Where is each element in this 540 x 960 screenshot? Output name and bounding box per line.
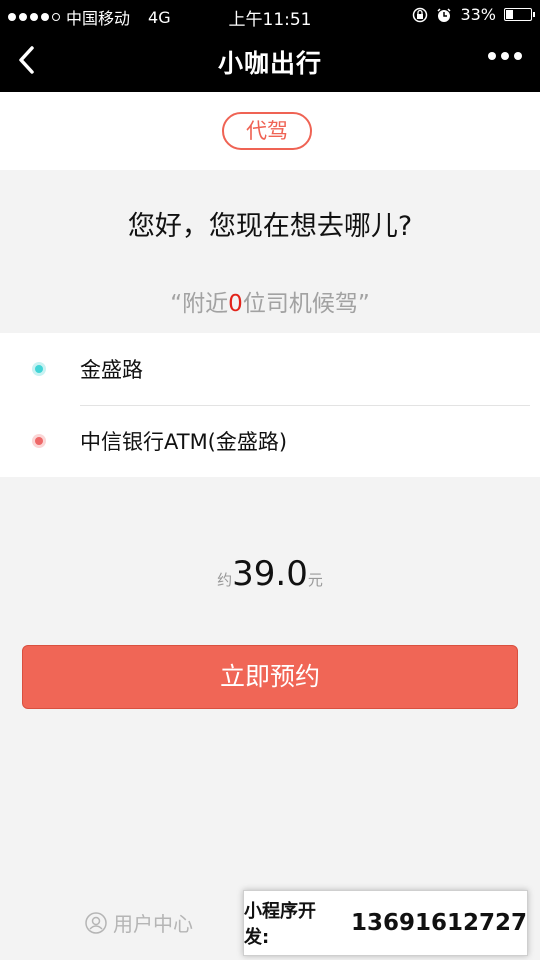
battery-icon: [504, 8, 535, 21]
end-address-row[interactable]: 中信银行ATM(金盛路): [0, 405, 540, 477]
user-center-label: 用户中心: [113, 912, 193, 936]
book-now-button[interactable]: 立即预约: [22, 645, 518, 709]
user-center-link[interactable]: 用户中心: [85, 908, 193, 937]
developer-ad-banner: 小程序开发: 13691612727: [243, 890, 528, 956]
top-bar: 中国移动 4G 上午11:51 33% 小咖出行: [0, 0, 540, 92]
address-card: 金盛路 中信银行ATM(金盛路): [0, 333, 540, 477]
status-right: 33%: [412, 5, 535, 24]
price-prefix: 约: [217, 571, 233, 589]
price-unit: 元: [307, 571, 323, 589]
drivers-suffix: 位司机候驾”: [242, 291, 370, 317]
page-title: 小咖出行: [217, 49, 322, 78]
service-tab-bar: 代驾: [0, 92, 540, 170]
ad-label: 小程序开发:: [244, 901, 316, 948]
ad-phone: 13691612727: [350, 910, 527, 936]
alarm-icon: [437, 7, 451, 22]
status-bar: 中国移动 4G 上午11:51 33%: [0, 0, 540, 30]
start-address-row[interactable]: 金盛路: [0, 333, 540, 405]
more-dots-icon[interactable]: [488, 52, 522, 60]
user-icon: [85, 911, 107, 934]
end-dot-icon: [32, 434, 46, 448]
nav-bar: 小咖出行: [0, 30, 540, 92]
price-amount: 39.0: [232, 554, 308, 594]
start-dot-icon: [32, 362, 46, 376]
battery-fill: [506, 10, 514, 19]
start-address: 金盛路: [80, 358, 143, 382]
end-address: 中信银行ATM(金盛路): [80, 430, 288, 454]
nearby-drivers-text: “附近0位司机候驾”: [0, 284, 540, 318]
tab-designated-driving[interactable]: 代驾: [222, 112, 312, 150]
drivers-count: 0: [228, 291, 243, 317]
drivers-prefix: “附近: [170, 291, 229, 317]
rotation-lock-icon: [413, 7, 428, 22]
price-estimate: 约39.0元: [0, 554, 540, 594]
battery-percent: 33%: [460, 5, 496, 24]
greeting-text: 您好，您现在想去哪儿?: [127, 211, 413, 242]
